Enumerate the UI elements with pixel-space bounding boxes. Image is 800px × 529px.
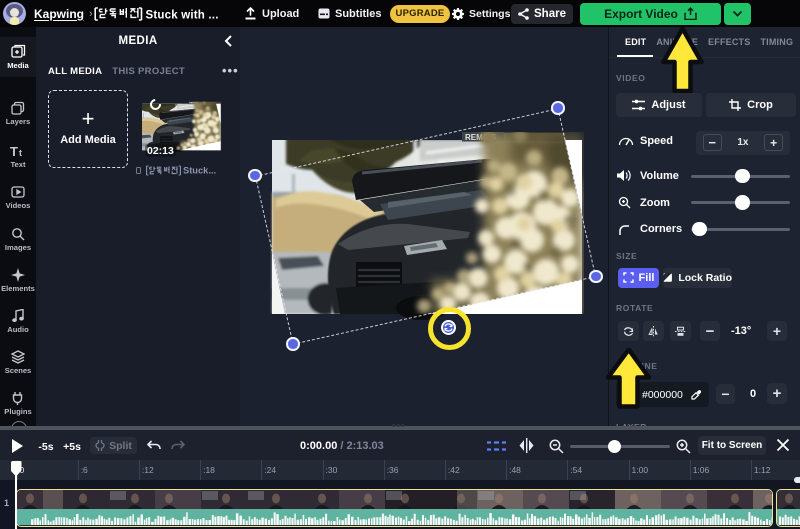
svg-text:t: t (19, 148, 22, 158)
svg-text:Stuck...: Stuck... (183, 166, 216, 176)
svg-text:T: T (10, 144, 18, 158)
svg-text:Stuck with ...: Stuck with ... (146, 9, 219, 21)
